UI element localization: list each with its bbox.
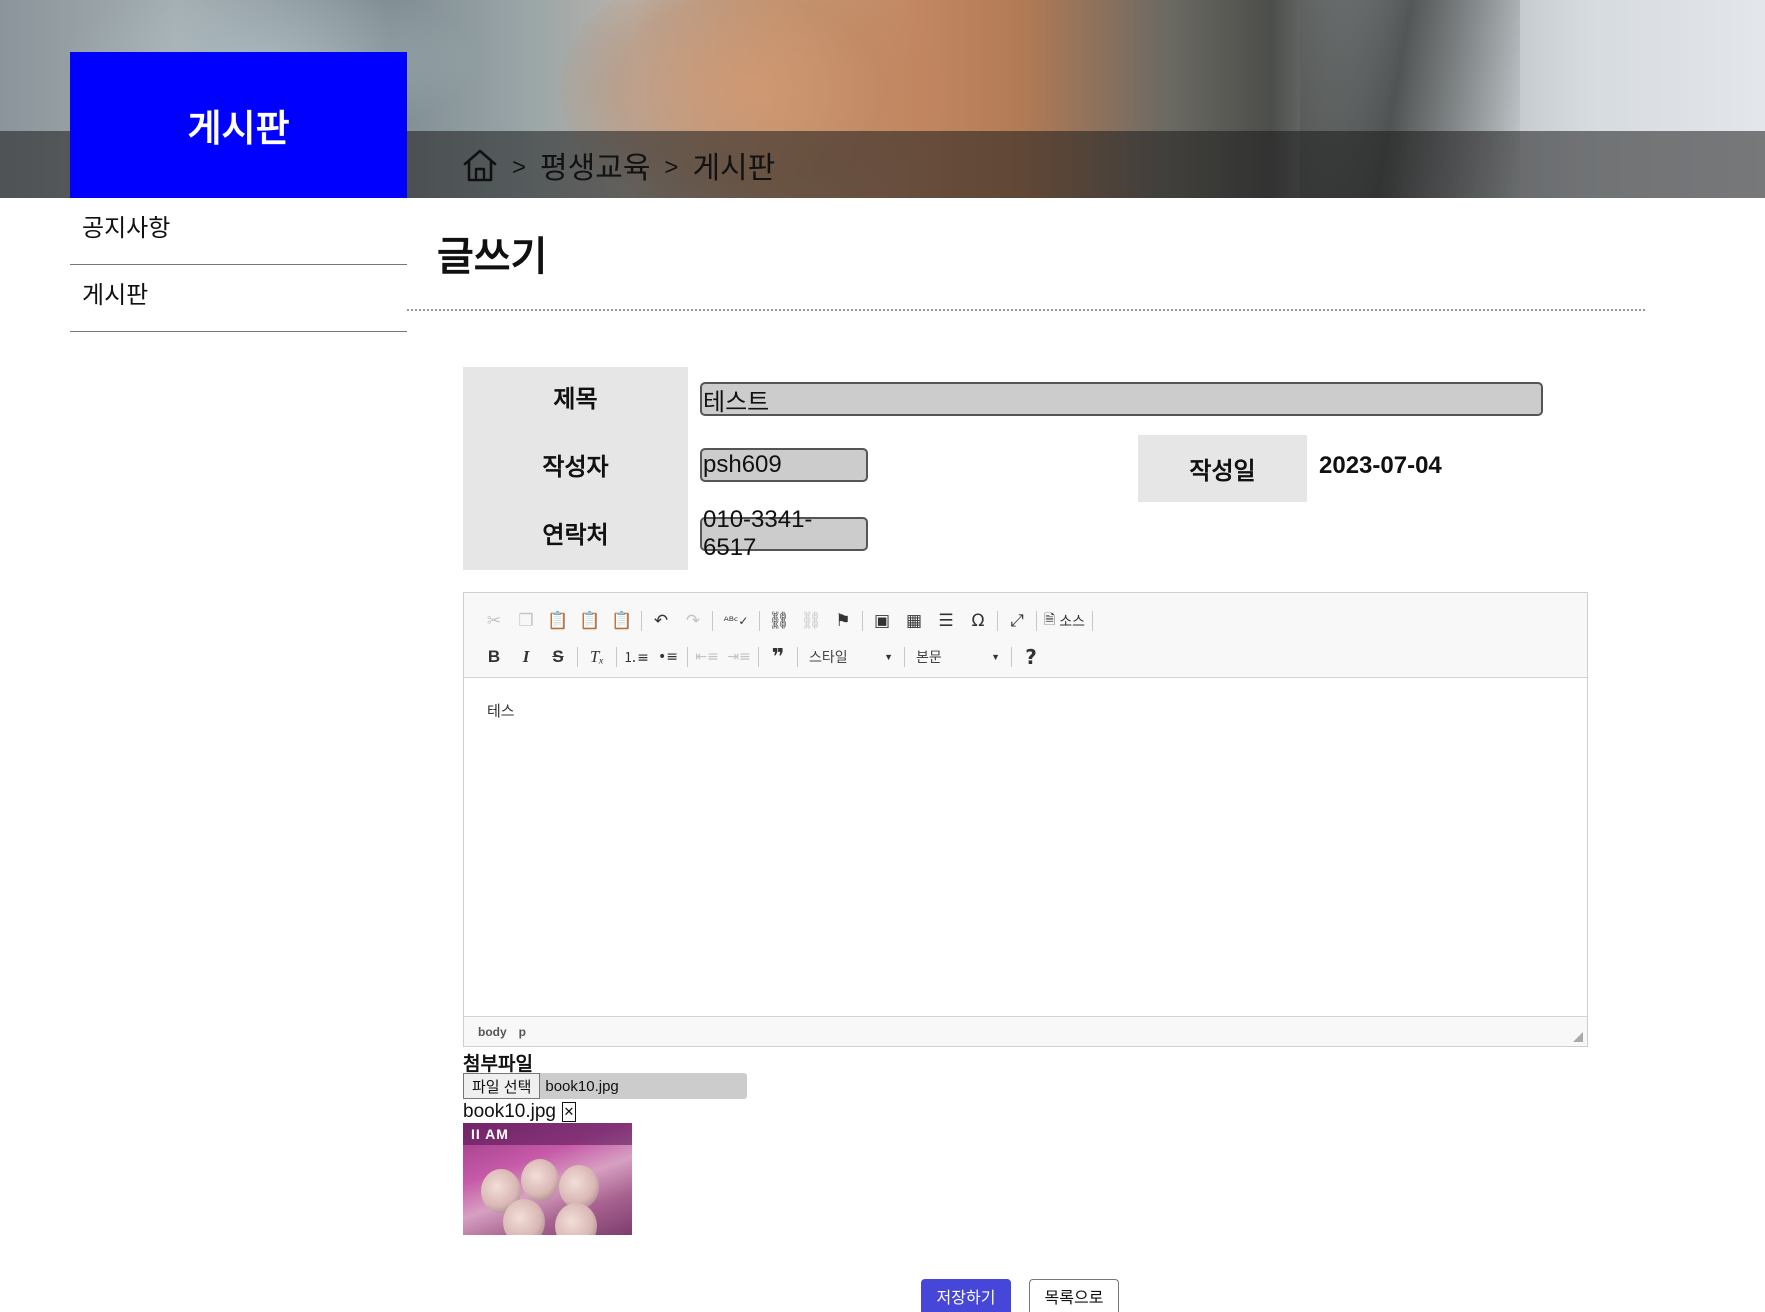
redo-icon[interactable]: ↷ <box>677 607 709 635</box>
format-dropdown[interactable]: 본문 ▼ <box>908 644 1008 670</box>
source-button[interactable]: 🗎 소스 <box>1040 609 1089 633</box>
editor-paragraph: 테스 <box>487 703 515 720</box>
toolbar-separator <box>616 647 617 667</box>
contact-label: 연락처 <box>542 521 609 549</box>
style-dropdown-label: 스타일 <box>809 649 848 665</box>
blockquote-icon[interactable]: ❞ <box>762 643 794 671</box>
unlink-icon[interactable]: ⛓ <box>795 607 827 635</box>
toolbar-separator <box>577 647 578 667</box>
delete-attachment-icon[interactable]: ✕ <box>561 1102 576 1122</box>
horizontal-line-icon[interactable]: ☰ <box>930 607 962 635</box>
link-icon[interactable]: ⛓ <box>763 607 795 635</box>
path-item-p[interactable]: p <box>519 1025 526 1039</box>
rich-text-editor: ✂ ❐ 📋 📋 📋 ↶ ↷ ᴬᴮᶜ✓ ⛓ ⛓ ⚑ ▣ ▦ ☰ Ω ⤢ 🗎 소스 <box>463 592 1588 1047</box>
table-icon[interactable]: ▦ <box>898 607 930 635</box>
attached-file-name[interactable]: book10.jpg <box>463 1101 556 1123</box>
toolbar-separator <box>687 647 688 667</box>
paste-text-icon[interactable]: 📋 <box>574 607 606 635</box>
board-title-box: 게시판 <box>70 52 407 198</box>
file-input[interactable]: 파일 선택 book10.jpg <box>463 1073 747 1099</box>
toolbar-separator <box>641 611 642 631</box>
anchor-icon[interactable]: ⚑ <box>827 607 859 635</box>
thumbnail-figure <box>555 1203 597 1235</box>
chevron-down-icon: ▼ <box>884 652 893 662</box>
chosen-file-name: book10.jpg <box>545 1077 619 1095</box>
toolbar-separator <box>1011 647 1012 667</box>
special-char-icon[interactable]: Ω <box>962 607 994 635</box>
bullet-list-icon[interactable]: •≡ <box>652 643 684 671</box>
indent-icon[interactable]: ⇥≡ <box>723 643 755 671</box>
paste-word-icon[interactable]: 📋 <box>606 607 638 635</box>
bold-icon[interactable]: B <box>478 643 510 671</box>
toolbar-separator <box>759 611 760 631</box>
title-input[interactable]: 테스트 <box>700 382 1543 416</box>
paste-icon[interactable]: 📋 <box>542 607 574 635</box>
breadcrumb-item-lifelong-education[interactable]: 평생교육 <box>540 143 650 187</box>
spellcheck-icon[interactable]: ᴬᴮᶜ✓ <box>716 607 756 635</box>
toolbar-separator <box>797 647 798 667</box>
source-label: 소스 <box>1059 613 1086 629</box>
breadcrumb-item-board[interactable]: 게시판 <box>692 143 775 187</box>
board-title: 게시판 <box>187 108 290 149</box>
format-dropdown-label: 본문 <box>916 649 942 665</box>
image-icon[interactable]: ▣ <box>866 607 898 635</box>
breadcrumb-separator: > <box>512 154 527 181</box>
strike-icon[interactable]: S <box>542 643 574 671</box>
thumbnail-figure <box>521 1159 559 1201</box>
thumbnail-figure <box>503 1199 545 1235</box>
toolbar-separator <box>862 611 863 631</box>
author-input[interactable]: psh609 <box>700 448 868 482</box>
toolbar-separator <box>1036 611 1037 631</box>
choose-file-button[interactable]: 파일 선택 <box>463 1073 541 1099</box>
toolbar-separator <box>997 611 998 631</box>
toolbar-separator <box>712 611 713 631</box>
editor-toolbar-row-2: B I S Tₓ ⒈≡ •≡ ⇤≡ ⇥≡ ❞ 스타일 ▼ 본문 ▼ ? <box>478 639 1573 675</box>
toolbar-separator <box>758 647 759 667</box>
sidebar: 공지사항 게시판 <box>70 198 407 332</box>
attachment-thumbnail: II AM <box>463 1123 632 1235</box>
attached-file: book10.jpg ✕ <box>463 1101 576 1123</box>
copy-icon[interactable]: ❐ <box>510 607 542 635</box>
italic-icon[interactable]: I <box>510 643 542 671</box>
style-dropdown[interactable]: 스타일 ▼ <box>801 644 901 670</box>
page-title: 글쓰기 <box>437 235 548 279</box>
outdent-icon[interactable]: ⇤≡ <box>691 643 723 671</box>
maximize-icon[interactable]: ⤢ <box>1001 607 1033 635</box>
editor-content-area[interactable]: 테스 <box>464 678 1587 1016</box>
breadcrumb: > 평생교육 > 게시판 <box>462 140 775 190</box>
sidebar-item-board[interactable]: 게시판 <box>70 265 407 332</box>
help-icon[interactable]: ? <box>1015 643 1047 671</box>
chevron-down-icon: ▼ <box>991 652 1000 662</box>
save-button[interactable]: 저장하기 <box>921 1279 1011 1312</box>
attachment-label: 첨부파일 <box>463 1054 533 1075</box>
home-icon[interactable] <box>462 147 498 183</box>
cut-icon[interactable]: ✂ <box>478 607 510 635</box>
editor-toolbar-row-1: ✂ ❐ 📋 📋 📋 ↶ ↷ ᴬᴮᶜ✓ ⛓ ⛓ ⚑ ▣ ▦ ☰ Ω ⤢ 🗎 소스 <box>478 603 1573 639</box>
contact-input[interactable]: 010-3341-6517 <box>700 506 868 561</box>
thumbnail-caption: II AM <box>463 1123 632 1145</box>
editor-toolbar: ✂ ❐ 📋 📋 📋 ↶ ↷ ᴬᴮᶜ✓ ⛓ ⛓ ⚑ ▣ ▦ ☰ Ω ⤢ 🗎 소스 <box>464 593 1587 678</box>
toolbar-separator <box>1092 611 1094 631</box>
breadcrumb-separator: > <box>664 154 679 181</box>
title-label: 제목 <box>553 385 598 413</box>
back-to-list-button[interactable]: 목록으로 <box>1029 1279 1119 1312</box>
title-divider <box>407 309 1645 311</box>
date-value: 2023-07-04 <box>1319 452 1442 479</box>
author-label: 작성자 <box>542 453 609 481</box>
undo-icon[interactable]: ↶ <box>645 607 677 635</box>
source-icon: 🗎 <box>1044 611 1056 627</box>
toolbar-separator <box>904 647 905 667</box>
resize-grip-icon[interactable] <box>1573 1032 1583 1042</box>
editor-elements-path: body p <box>464 1016 1587 1046</box>
remove-format-icon[interactable]: Tₓ <box>581 643 613 671</box>
date-label: 작성일 <box>1138 435 1307 502</box>
path-item-body[interactable]: body <box>478 1025 507 1039</box>
sidebar-item-notice[interactable]: 공지사항 <box>70 198 407 265</box>
numbered-list-icon[interactable]: ⒈≡ <box>620 643 652 671</box>
